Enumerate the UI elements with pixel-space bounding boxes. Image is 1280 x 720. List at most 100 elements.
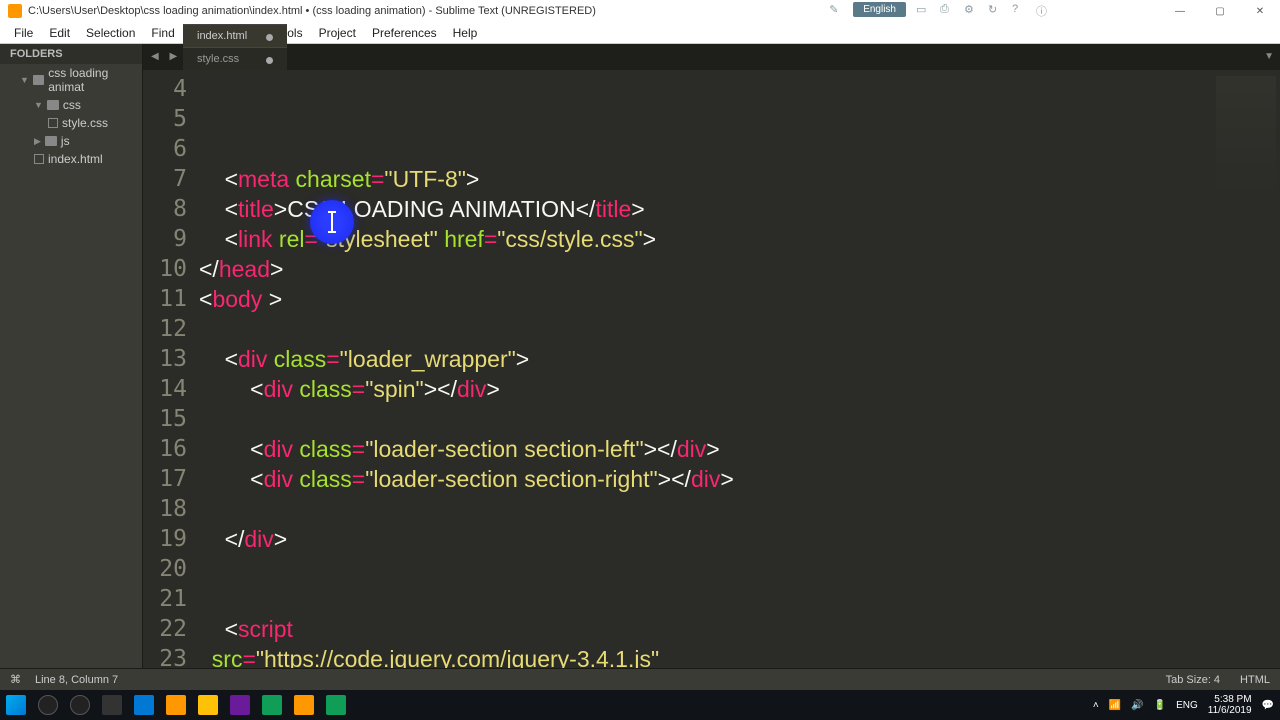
edge-icon[interactable]: [134, 695, 154, 715]
ime-settings-icon[interactable]: ⚙: [964, 3, 978, 17]
code-area[interactable]: 4567891011121314151617181920212223 <meta…: [143, 70, 1280, 668]
tray-battery-icon[interactable]: 🔋: [1154, 700, 1166, 711]
menu-file[interactable]: File: [6, 24, 41, 42]
tray-up-icon[interactable]: ˄: [1093, 700, 1099, 711]
code-line: </head>: [199, 254, 1210, 284]
line-number: 22: [143, 614, 199, 644]
code-line: <div class="loader-section section-right…: [199, 464, 1210, 494]
sidebar-item-index-html[interactable]: index.html: [0, 150, 142, 168]
ime-mic-icon[interactable]: ⎙: [940, 3, 954, 17]
tab-nav-arrows[interactable]: ◀ ▶: [151, 51, 181, 62]
explorer-icon[interactable]: [198, 695, 218, 715]
file-icon: [48, 118, 58, 128]
menu-edit[interactable]: Edit: [41, 24, 78, 42]
status-position[interactable]: Line 8, Column 7: [35, 674, 118, 686]
line-number: 14: [143, 374, 199, 404]
menu-selection[interactable]: Selection: [78, 24, 143, 42]
line-number: 17: [143, 464, 199, 494]
menu-help[interactable]: Help: [445, 24, 486, 42]
line-number: 23: [143, 644, 199, 668]
code-content[interactable]: <meta charset="UTF-8"> <title>CSS LOADIN…: [199, 70, 1210, 668]
status-switch-icon[interactable]: ⌘: [10, 673, 21, 686]
window-maximize-button[interactable]: ▢: [1200, 0, 1240, 22]
line-number: 16: [143, 434, 199, 464]
dirty-dot-icon: [266, 57, 273, 64]
windows-taskbar: ˄ 📶 🔊 🔋 ENG 5:38 PM 11/6/2019 💬: [0, 690, 1280, 720]
line-number: 12: [143, 314, 199, 344]
clock-time[interactable]: 5:38 PM: [1214, 694, 1251, 705]
ime-info-icon[interactable]: ⓘ: [1036, 3, 1050, 17]
line-number: 20: [143, 554, 199, 584]
ime-toolbar: ✎ English ▭ ⎙ ⚙ ↻ ? ⓘ: [829, 2, 1050, 17]
menu-project[interactable]: Project: [311, 24, 364, 42]
code-line: [199, 584, 1210, 614]
ime-refresh-icon[interactable]: ↻: [988, 3, 1002, 17]
line-number: 11: [143, 284, 199, 314]
editor-area: ◀ ▶ index.htmlstyle.css ▼ 45678910111213…: [143, 44, 1280, 668]
line-number: 4: [143, 74, 199, 104]
window-close-button[interactable]: ✕: [1240, 0, 1280, 22]
code-line: <body >: [199, 284, 1210, 314]
ime-tool-icon[interactable]: ▭: [916, 3, 930, 17]
folder-icon: [47, 100, 59, 110]
menu-preferences[interactable]: Preferences: [364, 24, 445, 42]
code-line: <div class="spin"></div>: [199, 374, 1210, 404]
sidebar-item-css-loading-animat[interactable]: ▼css loading animat: [0, 64, 142, 96]
menu-find[interactable]: Find: [143, 24, 182, 42]
clock-date[interactable]: 11/6/2019: [1208, 705, 1252, 716]
cursor-highlight-icon: [310, 200, 354, 244]
sublime-taskbar-icon[interactable]: [294, 695, 314, 715]
line-number: 9: [143, 224, 199, 254]
ime-language[interactable]: English: [853, 2, 906, 17]
notifications-icon[interactable]: 💬: [1262, 700, 1274, 711]
code-line: <div class="loader-section section-left"…: [199, 434, 1210, 464]
minimap[interactable]: [1210, 70, 1280, 668]
code-line: [199, 494, 1210, 524]
tab-bar: ◀ ▶ index.htmlstyle.css ▼: [143, 44, 1280, 70]
code-line: </div>: [199, 524, 1210, 554]
sidebar-item-css[interactable]: ▼css: [0, 96, 142, 114]
line-number: 21: [143, 584, 199, 614]
tray-volume-icon[interactable]: 🔊: [1131, 700, 1143, 711]
photoshop-icon[interactable]: [230, 695, 250, 715]
taskview-icon[interactable]: [102, 695, 122, 715]
chrome-icon-2[interactable]: [326, 695, 346, 715]
code-line: [199, 554, 1210, 584]
disclosure-icon: ▶: [34, 136, 41, 147]
disclosure-icon: ▼: [34, 100, 43, 110]
line-number: 5: [143, 104, 199, 134]
line-gutter: 4567891011121314151617181920212223: [143, 70, 199, 668]
window-titlebar: C:\Users\User\Desktop\css loading animat…: [0, 0, 1280, 22]
tray-lang-icon[interactable]: ENG: [1176, 700, 1198, 711]
code-line: [199, 404, 1210, 434]
file-icon: [34, 154, 44, 164]
chrome-icon[interactable]: [262, 695, 282, 715]
sidebar-header: FOLDERS: [0, 44, 142, 64]
tray-network-icon[interactable]: 📶: [1109, 700, 1121, 711]
window-minimize-button[interactable]: —: [1160, 0, 1200, 22]
panes-dropdown-icon[interactable]: ▼: [1264, 51, 1274, 62]
cortana-icon[interactable]: [70, 695, 90, 715]
status-syntax[interactable]: HTML: [1240, 674, 1270, 686]
start-button[interactable]: [6, 695, 26, 715]
line-number: 15: [143, 404, 199, 434]
line-number: 10: [143, 254, 199, 284]
app-icon-1[interactable]: [166, 695, 186, 715]
line-number: 7: [143, 164, 199, 194]
ime-icon[interactable]: ✎: [829, 3, 843, 17]
window-title: C:\Users\User\Desktop\css loading animat…: [28, 5, 596, 17]
status-tabsize[interactable]: Tab Size: 4: [1166, 674, 1220, 686]
search-icon[interactable]: [38, 695, 58, 715]
line-number: 8: [143, 194, 199, 224]
folder-icon: [45, 136, 57, 146]
app-icon: [8, 4, 22, 18]
folder-icon: [33, 75, 44, 85]
tab-style-css[interactable]: style.css: [183, 47, 287, 70]
ime-help-icon[interactable]: ?: [1012, 3, 1026, 17]
tab-index-html[interactable]: index.html: [183, 24, 287, 47]
sidebar-item-js[interactable]: ▶js: [0, 132, 142, 150]
sidebar-item-style-css[interactable]: style.css: [0, 114, 142, 132]
code-line: <meta charset="UTF-8">: [199, 164, 1210, 194]
line-number: 19: [143, 524, 199, 554]
code-line: [199, 314, 1210, 344]
